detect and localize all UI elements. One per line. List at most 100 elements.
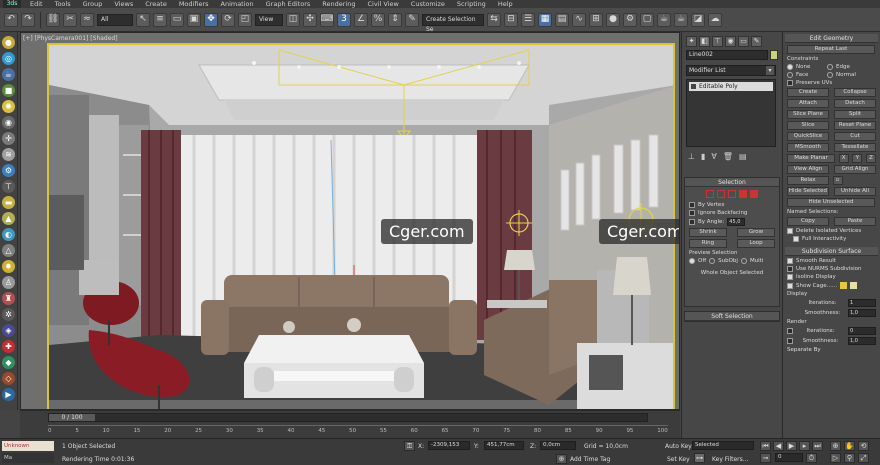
angle-field[interactable]: 45,0 xyxy=(727,218,746,226)
next-frame-icon[interactable]: ▸ xyxy=(799,441,810,451)
perspective-viewport[interactable]: [+] [PhysCamera001] [Shaded] Cger.com Cg… xyxy=(20,32,680,410)
menu-animation[interactable]: Animation xyxy=(221,0,254,8)
chevron-down-icon[interactable]: ▾ xyxy=(766,66,774,75)
render-smoothness-checkbox[interactable] xyxy=(787,338,793,344)
modifier-stack[interactable]: Editable Poly xyxy=(686,79,776,147)
modify-tab-icon[interactable]: ◧ xyxy=(699,36,710,47)
make-unique-icon[interactable]: ∀ xyxy=(711,152,716,161)
cone-icon[interactable]: ▲ xyxy=(2,212,15,225)
by-vertex-checkbox[interactable] xyxy=(689,202,695,208)
maximize-viewport-icon[interactable]: ⤢ xyxy=(858,453,869,463)
render-iterations-checkbox[interactable] xyxy=(787,328,793,334)
curve-editor-icon[interactable]: ∿ xyxy=(572,12,586,27)
select-object-icon[interactable]: ↖ xyxy=(136,12,150,27)
constraint-normal-radio[interactable] xyxy=(827,72,833,78)
smooth-result-row[interactable]: Smooth Result xyxy=(783,257,880,265)
zoom-extents-icon[interactable]: ⊕ xyxy=(830,441,841,451)
render-setup-icon[interactable]: ⚙ xyxy=(623,12,637,27)
hierarchy-tab-icon[interactable]: ⊤ xyxy=(712,36,723,47)
reset-plane-button[interactable]: Reset Plane xyxy=(834,121,876,130)
loop-button[interactable]: Loop xyxy=(737,239,775,248)
manipulate-icon[interactable]: ✣ xyxy=(303,12,317,27)
tessellate-button[interactable]: Tessellate xyxy=(834,143,876,152)
edit-named-selection-icon[interactable]: ✎ xyxy=(405,12,419,27)
preview-subobj-radio[interactable] xyxy=(709,258,716,264)
goto-end-icon[interactable]: ⏭ xyxy=(812,441,823,451)
reference-coord-select[interactable]: View xyxy=(255,13,283,26)
constraint-none-radio[interactable] xyxy=(787,64,793,70)
use-nurms-checkbox[interactable] xyxy=(787,266,793,272)
auto-key-button[interactable]: Auto Key xyxy=(665,443,692,450)
box-icon[interactable]: ■ xyxy=(2,84,15,97)
key-mode-select[interactable]: Selected xyxy=(692,441,754,450)
particle-icon[interactable]: ✲ xyxy=(2,308,15,321)
z-coord-field[interactable]: 0,0cm xyxy=(540,441,576,450)
render-production-icon[interactable]: ☕ xyxy=(657,12,671,27)
tube-icon[interactable]: ◐ xyxy=(2,228,15,241)
current-frame-field[interactable]: 0 xyxy=(775,453,803,462)
menu-civil-view[interactable]: Civil View xyxy=(367,0,398,8)
systems-icon[interactable]: ⚙ xyxy=(2,164,15,177)
helper-icon[interactable]: ✛ xyxy=(2,132,15,145)
quickslice-button[interactable]: QuickSlice xyxy=(787,132,829,141)
smooth-result-checkbox[interactable] xyxy=(787,258,793,264)
x-coord-field[interactable]: -2309,153 xyxy=(428,441,470,450)
ignore-backfacing-row[interactable]: Ignore Backfacing xyxy=(685,209,779,217)
attach-button[interactable]: Attach xyxy=(787,99,829,108)
shape-icon[interactable]: ◆ xyxy=(2,356,15,369)
paste-button[interactable]: Paste xyxy=(834,217,876,226)
time-config-icon[interactable]: ⏱ xyxy=(806,453,817,463)
render-iterative-icon[interactable]: ☕ xyxy=(674,12,688,27)
schematic-view-icon[interactable]: ⊞ xyxy=(589,12,603,27)
hide-unselected-button[interactable]: Hide Unselected xyxy=(787,198,875,207)
scale-icon[interactable]: ◰ xyxy=(238,12,252,27)
lock-icon[interactable]: ⚿ xyxy=(404,441,415,451)
ignore-backfacing-checkbox[interactable] xyxy=(689,210,695,216)
create-button[interactable]: Create xyxy=(787,88,829,97)
object-name-field[interactable]: Line002 xyxy=(686,50,768,60)
slice-plane-button[interactable]: Slice Plane xyxy=(787,110,829,119)
preserve-uvs-row[interactable]: Preserve UVs xyxy=(783,79,880,87)
geosphere-icon[interactable]: ✹ xyxy=(2,260,15,273)
use-nurms-row[interactable]: Use NURMS Subdivision xyxy=(783,265,880,273)
add-time-tag-icon[interactable]: ⊕ xyxy=(556,454,567,464)
add-time-tag[interactable]: Add Time Tag xyxy=(570,456,610,463)
iterations-field[interactable]: 1 xyxy=(848,299,876,307)
hierarchy-icon[interactable]: ⊤ xyxy=(2,180,15,193)
edit-geometry-title[interactable]: Edit Geometry xyxy=(785,34,878,43)
cage-color-swatch-1[interactable] xyxy=(840,282,848,289)
full-interactivity-row[interactable]: Full Interactivity xyxy=(783,235,880,243)
by-angle-checkbox[interactable] xyxy=(689,219,695,225)
rendered-frame-icon[interactable]: ▢ xyxy=(640,12,654,27)
relax-settings-icon[interactable]: ▫ xyxy=(832,176,843,185)
time-slider-thumb[interactable]: 0 / 100 xyxy=(49,414,95,421)
align-icon[interactable]: ⊟ xyxy=(504,12,518,27)
ring-button[interactable]: Ring xyxy=(689,239,727,248)
link-icon[interactable]: ⛓ xyxy=(46,12,60,27)
play-icon[interactable]: ▶ xyxy=(786,441,797,451)
utilities-tab-icon[interactable]: ✎ xyxy=(751,36,762,47)
percent-snap-icon[interactable]: % xyxy=(371,12,385,27)
delete-isolated-row[interactable]: Delete Isolated Vertices xyxy=(783,227,880,235)
render-icon[interactable]: ▶ xyxy=(2,388,15,401)
stack-item-editable-poly[interactable]: Editable Poly xyxy=(689,82,773,91)
compound-icon[interactable]: ◇ xyxy=(2,372,15,385)
slice-button[interactable]: Slice xyxy=(787,121,829,130)
repeat-last-button[interactable]: Repeat Last xyxy=(787,45,875,54)
menu-group[interactable]: Group xyxy=(83,0,103,8)
constraint-edge-radio[interactable] xyxy=(827,64,833,70)
torus-icon[interactable]: ◎ xyxy=(2,52,15,65)
subdivision-title[interactable]: Subdivision Surface xyxy=(785,247,878,256)
menu-views[interactable]: Views xyxy=(114,0,133,8)
maxscript-listener[interactable]: Unknown xyxy=(2,441,54,451)
create-tab-icon[interactable]: ✦ xyxy=(686,36,697,47)
select-by-name-icon[interactable]: ≡ xyxy=(153,12,167,27)
bind-space-warp-icon[interactable]: ≈ xyxy=(80,12,94,27)
show-end-result-icon[interactable]: ▮ xyxy=(701,152,705,161)
polygon-level-icon[interactable] xyxy=(739,190,747,198)
isoline-checkbox[interactable] xyxy=(787,274,793,280)
unhide-all-button[interactable]: Unhide All xyxy=(834,187,876,196)
pin-stack-icon[interactable]: ⊥ xyxy=(688,152,695,161)
render-online-icon[interactable]: ☁ xyxy=(708,12,722,27)
scene-explorer-icon[interactable]: ▦ xyxy=(538,12,552,27)
